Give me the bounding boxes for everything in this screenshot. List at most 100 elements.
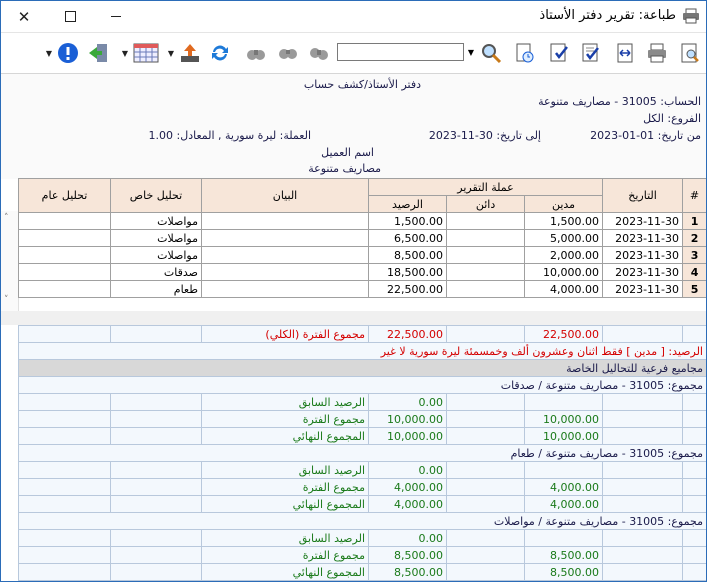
from-date: من تاريخ: 01-01-2023 [590, 129, 701, 142]
row-credit [446, 229, 526, 247]
group-period-row: 4,000.00 4,000.00 مجموع الفترة [18, 478, 706, 496]
check-list-button[interactable] [579, 41, 603, 65]
search-button[interactable] [479, 41, 503, 65]
row-balance: 8,500.00 [367, 246, 448, 264]
export-dropdown[interactable]: ▼ [167, 41, 175, 65]
maximize-button[interactable] [47, 1, 93, 32]
binoculars-icon [310, 48, 328, 60]
group-period-row: 8,500.00 8,500.00 مجموع الفترة [18, 546, 706, 564]
minimize-button[interactable] [93, 1, 139, 32]
account-line: الحساب: 31005 - مصاريف متنوعة [538, 95, 701, 108]
row-statement [201, 212, 369, 230]
window-title: طباعة: تقرير دفتر الأستاذ [539, 8, 676, 23]
row-date: 2023-11-30 [602, 263, 684, 281]
group-prev-value: 0.00 [368, 393, 447, 411]
group-final-row: 8,500.00 8,500.00 المجموع النهائي [18, 563, 706, 581]
export-button[interactable] [178, 41, 202, 65]
row-statement [201, 246, 369, 264]
print-preview-button[interactable] [678, 41, 702, 65]
table-row[interactable]: 5 2023-11-30 4,000.00 22,500.00 طعام [18, 280, 706, 298]
fit-width-button[interactable] [613, 41, 637, 65]
group-final-label: المجموع النهائي [201, 563, 369, 581]
check-page-button[interactable] [547, 41, 571, 65]
row-statement [201, 263, 369, 281]
list-check-icon [582, 43, 599, 62]
row-number: 2 [682, 229, 706, 247]
group-period-balance: 8,500.00 [368, 546, 447, 564]
ledger-table: # التاريخ عملة التقرير البيان تحليل خاص … [18, 178, 706, 298]
row-debit: 1,500.00 [524, 212, 604, 230]
printer-icon [648, 43, 666, 63]
row-special: طعام [110, 280, 202, 298]
grand-total-balance: 22,500.00 [368, 325, 447, 343]
row-debit: 2,000.00 [524, 246, 604, 264]
row-special: مواصلات [110, 229, 202, 247]
first-page-button[interactable] [307, 41, 331, 65]
customer-name-label: اسم العميل [321, 146, 374, 159]
row-credit [446, 212, 526, 230]
currency-line: العملة: ليرة سورية , المعادل: 1.00 [148, 129, 312, 142]
col-report-currency: عملة التقرير [367, 178, 604, 196]
page-check-icon [550, 43, 568, 62]
row-balance: 22,500.00 [367, 280, 448, 298]
report-window: ✕ طباعة: تقرير دفتر الأستاذ ▼ ▼ ▼ ▼ دفتر… [0, 0, 707, 582]
table-row[interactable]: 4 2023-11-30 10,000.00 18,500.00 صدقات [18, 263, 706, 281]
row-number: 5 [682, 280, 706, 298]
search-input[interactable] [337, 43, 464, 61]
refresh-button[interactable] [208, 41, 232, 65]
report-header: دفتر الأستاذ/كشف حساب الحساب: 31005 - مص… [1, 74, 706, 179]
scroll-up-icon[interactable]: ˄ [4, 213, 9, 223]
group-period-row: 10,000.00 10,000.00 مجموع الفترة [18, 410, 706, 428]
info-button[interactable] [56, 41, 80, 65]
grid-icon [133, 43, 159, 63]
row-number: 1 [682, 212, 706, 230]
row-debit: 10,000.00 [524, 263, 604, 281]
page-setup-button[interactable] [513, 41, 537, 65]
next-page-button[interactable] [276, 41, 300, 65]
search-dropdown[interactable]: ▼ [465, 43, 477, 61]
col-date: التاريخ [602, 178, 684, 213]
table-row[interactable]: 3 2023-11-30 2,000.00 8,500.00 مواصلات [18, 246, 706, 264]
table-row[interactable]: 1 2023-11-30 1,500.00 1,500.00 مواصلات [18, 212, 706, 230]
group-prev-label: الرصيد السابق [201, 461, 369, 479]
row-balance: 6,500.00 [367, 229, 448, 247]
row-general [18, 212, 111, 230]
last-page-button[interactable] [244, 41, 268, 65]
group-prev-row: 0.00 الرصيد السابق [18, 393, 706, 411]
row-credit [446, 263, 526, 281]
binoculars-icon [279, 49, 297, 59]
balance-text-row: الرصيد: [ مدين ] فقط اثنان وعشرون ألف وخ… [18, 342, 706, 360]
group-period-debit: 10,000.00 [524, 410, 603, 428]
maximize-icon [64, 11, 76, 22]
close-button[interactable]: ✕ [1, 1, 47, 32]
group-prev-row: 0.00 الرصيد السابق [18, 529, 706, 547]
grid-button[interactable] [132, 41, 160, 65]
exit-door-icon [89, 44, 107, 62]
group-period-label: مجموع الفترة [201, 478, 369, 496]
group-prev-label: الرصيد السابق [201, 529, 369, 547]
summary-table: 22,500.00 22,500.00 مجموع الفترة (الكلي)… [18, 325, 706, 581]
row-special: مواصلات [110, 246, 202, 264]
row-number: 3 [682, 246, 706, 264]
group-final-balance: 8,500.00 [368, 563, 447, 581]
group-final-debit: 10,000.00 [524, 427, 603, 445]
col-special-analysis: تحليل خاص [110, 178, 202, 213]
table-row[interactable]: 2 2023-11-30 5,000.00 6,500.00 مواصلات [18, 229, 706, 247]
group-period-label: مجموع الفترة [201, 410, 369, 428]
view-dropdown[interactable]: ▼ [121, 41, 129, 65]
row-general [18, 229, 111, 247]
exit-button[interactable] [87, 41, 111, 65]
group-final-debit: 8,500.00 [524, 563, 603, 581]
scroll-down-icon[interactable]: ˅ [4, 295, 9, 305]
col-credit: دائن [446, 195, 526, 213]
options-dropdown[interactable]: ▼ [45, 41, 53, 65]
page-clock-icon [516, 43, 534, 63]
col-balance: الرصيد [367, 195, 448, 213]
row-credit [446, 246, 526, 264]
row-statement [201, 280, 369, 298]
group-prev-row: 0.00 الرصيد السابق [18, 461, 706, 479]
vertical-scroll-strip[interactable]: ˄ ˅ [1, 211, 19, 311]
print-button[interactable] [645, 41, 669, 65]
group-period-balance: 4,000.00 [368, 478, 447, 496]
title-bar: ✕ طباعة: تقرير دفتر الأستاذ [1, 1, 706, 33]
